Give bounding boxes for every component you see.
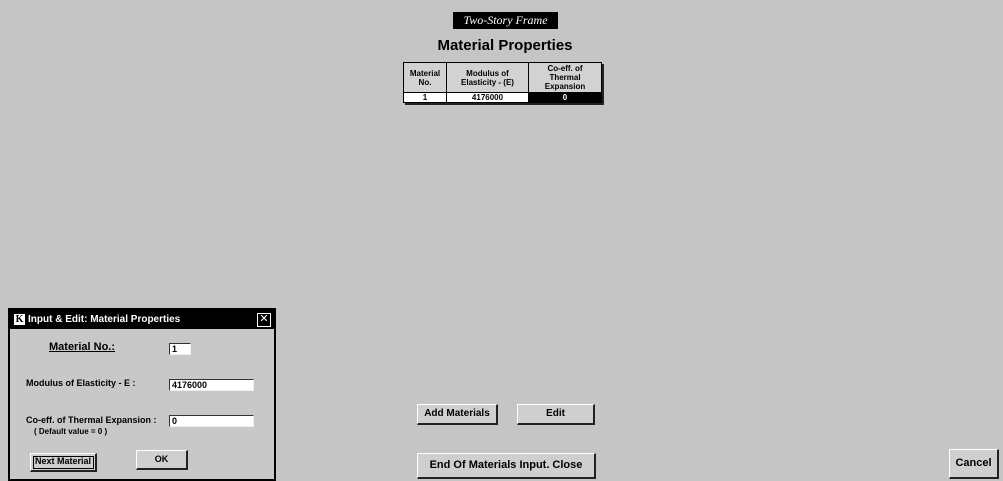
modulus-field[interactable]: 4176000 (169, 379, 254, 391)
cell-material-no[interactable]: 1 (403, 92, 447, 103)
end-materials-close-button[interactable]: End Of Materials Input. Close (417, 453, 596, 479)
modulus-label: Modulus of Elasticity - E : (26, 378, 136, 388)
frame-title: Two-Story Frame (453, 12, 558, 29)
cancel-button[interactable]: Cancel (949, 449, 999, 479)
page-title: Material Properties (437, 37, 573, 54)
dialog-body: Material No.: 1 Modulus of Elasticity - … (10, 329, 274, 479)
table-row[interactable]: 1 4176000 0 (403, 92, 602, 103)
material-table: Material No. Modulus of Elasticity - (E)… (403, 62, 602, 103)
table-header-row: Material No. Modulus of Elasticity - (E)… (403, 62, 602, 93)
screen: Two-Story Frame Material Properties Mate… (0, 0, 1003, 481)
thermal-expansion-field[interactable]: 0 (169, 415, 254, 427)
ok-button[interactable]: OK (136, 450, 188, 470)
dialog-titlebar[interactable]: K Input & Edit: Material Properties ✕ (10, 310, 274, 329)
cell-thermal-expansion[interactable]: 0 (528, 92, 602, 103)
close-icon[interactable]: ✕ (257, 312, 271, 327)
material-input-dialog: K Input & Edit: Material Properties ✕ Ma… (8, 308, 276, 481)
add-materials-button[interactable]: Add Materials (417, 404, 498, 425)
dialog-title: Input & Edit: Material Properties (28, 314, 181, 325)
column-header-modulus: Modulus of Elasticity - (E) (446, 62, 529, 93)
material-no-field[interactable]: 1 (169, 343, 191, 355)
default-value-hint: ( Default value = 0 ) (34, 427, 108, 436)
column-header-material-no: Material No. (403, 62, 447, 93)
next-material-button[interactable]: Next Material (30, 453, 97, 472)
material-no-label: Material No.: (49, 341, 116, 353)
app-logo-icon: K (14, 314, 25, 325)
cell-modulus[interactable]: 4176000 (446, 92, 529, 103)
column-header-thermal-expansion: Co-eff. of Thermal Expansion (528, 62, 602, 93)
thermal-expansion-label: Co-eff. of Thermal Expansion : (26, 415, 157, 425)
edit-button[interactable]: Edit (517, 404, 595, 425)
